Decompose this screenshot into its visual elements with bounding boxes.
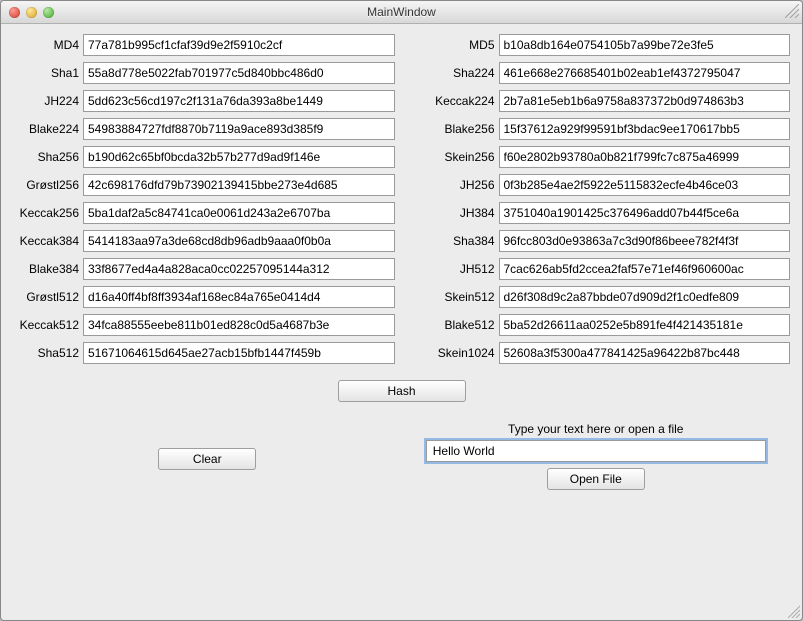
hash-output[interactable] bbox=[83, 146, 395, 168]
hash-row: Grøstl256 bbox=[13, 174, 395, 196]
hash-output[interactable] bbox=[499, 118, 791, 140]
hash-row: MD5 bbox=[409, 34, 791, 56]
hash-row: Blake256 bbox=[409, 118, 791, 140]
hash-label: JH384 bbox=[409, 206, 499, 220]
hash-row: MD4 bbox=[13, 34, 395, 56]
hash-row: Blake512 bbox=[409, 314, 791, 336]
hash-output[interactable] bbox=[499, 202, 791, 224]
hash-output[interactable] bbox=[499, 230, 791, 252]
hash-label: Sha256 bbox=[13, 150, 83, 164]
hash-output[interactable] bbox=[83, 314, 395, 336]
hash-output[interactable] bbox=[499, 342, 791, 364]
hash-columns: MD4 Sha1 JH224 Blake224 Sha256 bbox=[13, 34, 790, 370]
open-file-button[interactable]: Open File bbox=[547, 468, 645, 490]
hash-label: MD4 bbox=[13, 38, 83, 52]
hash-label: Blake256 bbox=[409, 122, 499, 136]
hash-label: Blake224 bbox=[13, 122, 83, 136]
hash-row: Skein512 bbox=[409, 286, 791, 308]
text-input[interactable] bbox=[426, 440, 766, 462]
title-bar: MainWindow bbox=[1, 1, 802, 24]
hash-row: Keccak224 bbox=[409, 90, 791, 112]
hash-label: Skein512 bbox=[409, 290, 499, 304]
main-window: MainWindow MD4 Sha1 JH224 bbox=[0, 0, 803, 621]
hash-button-bar: Hash bbox=[13, 380, 790, 402]
hash-output[interactable] bbox=[83, 286, 395, 308]
hash-output[interactable] bbox=[499, 314, 791, 336]
hash-label: Keccak384 bbox=[13, 234, 83, 248]
close-icon[interactable] bbox=[9, 7, 20, 18]
hash-row: Sha224 bbox=[409, 62, 791, 84]
hash-label: Sha512 bbox=[13, 346, 83, 360]
hash-label: Grøstl256 bbox=[13, 178, 83, 192]
hash-output[interactable] bbox=[499, 258, 791, 280]
hash-output[interactable] bbox=[499, 146, 791, 168]
hash-label: JH512 bbox=[409, 262, 499, 276]
hash-label: Keccak224 bbox=[409, 94, 499, 108]
hash-output[interactable] bbox=[83, 230, 395, 252]
hash-row: JH512 bbox=[409, 258, 791, 280]
hash-output[interactable] bbox=[499, 286, 791, 308]
hash-column-right: MD5 Sha224 Keccak224 Blake256 Skein256 bbox=[409, 34, 791, 370]
hash-row: JH256 bbox=[409, 174, 791, 196]
zoom-icon[interactable] bbox=[43, 7, 54, 18]
hash-output[interactable] bbox=[499, 62, 791, 84]
hash-label: Blake384 bbox=[13, 262, 83, 276]
hash-row: Grøstl512 bbox=[13, 286, 395, 308]
hash-output[interactable] bbox=[83, 34, 395, 56]
hash-label: Sha224 bbox=[409, 66, 499, 80]
hash-label: JH256 bbox=[409, 178, 499, 192]
hash-row: Sha512 bbox=[13, 342, 395, 364]
minimize-icon[interactable] bbox=[26, 7, 37, 18]
hash-label: Skein256 bbox=[409, 150, 499, 164]
hash-row: Sha256 bbox=[13, 146, 395, 168]
lower-panel: Clear Type your text here or open a file… bbox=[13, 422, 790, 490]
input-panel: Type your text here or open a file Open … bbox=[402, 422, 791, 490]
hash-output[interactable] bbox=[83, 258, 395, 280]
hash-label: Sha384 bbox=[409, 234, 499, 248]
clear-button[interactable]: Clear bbox=[158, 448, 256, 470]
hash-row: Blake384 bbox=[13, 258, 395, 280]
hash-label: Keccak512 bbox=[13, 318, 83, 332]
resize-grip-icon[interactable] bbox=[786, 604, 800, 618]
hash-label: JH224 bbox=[13, 94, 83, 108]
hash-output[interactable] bbox=[499, 174, 791, 196]
hash-row: Keccak384 bbox=[13, 230, 395, 252]
hash-output[interactable] bbox=[83, 118, 395, 140]
hash-row: Skein256 bbox=[409, 146, 791, 168]
hash-row: Skein1024 bbox=[409, 342, 791, 364]
hash-output[interactable] bbox=[83, 62, 395, 84]
hash-row: Keccak256 bbox=[13, 202, 395, 224]
clear-panel: Clear bbox=[13, 422, 402, 490]
hash-label: Keccak256 bbox=[13, 206, 83, 220]
hash-output[interactable] bbox=[499, 34, 791, 56]
hash-row: Keccak512 bbox=[13, 314, 395, 336]
hash-row: Sha1 bbox=[13, 62, 395, 84]
resize-handle-icon[interactable] bbox=[785, 4, 799, 18]
hash-row: JH224 bbox=[13, 90, 395, 112]
hash-row: Blake224 bbox=[13, 118, 395, 140]
content-area: MD4 Sha1 JH224 Blake224 Sha256 bbox=[1, 24, 802, 506]
hash-column-left: MD4 Sha1 JH224 Blake224 Sha256 bbox=[13, 34, 395, 370]
hash-output[interactable] bbox=[83, 342, 395, 364]
hash-label: Skein1024 bbox=[409, 346, 499, 360]
hash-output[interactable] bbox=[83, 90, 395, 112]
hash-output[interactable] bbox=[83, 174, 395, 196]
hash-row: JH384 bbox=[409, 202, 791, 224]
hash-button[interactable]: Hash bbox=[338, 380, 466, 402]
window-title: MainWindow bbox=[1, 5, 802, 19]
hash-output[interactable] bbox=[499, 90, 791, 112]
hash-label: Sha1 bbox=[13, 66, 83, 80]
input-hint: Type your text here or open a file bbox=[508, 422, 683, 436]
hash-label: MD5 bbox=[409, 38, 499, 52]
window-controls bbox=[1, 1, 54, 23]
hash-label: Grøstl512 bbox=[13, 290, 83, 304]
hash-row: Sha384 bbox=[409, 230, 791, 252]
hash-output[interactable] bbox=[83, 202, 395, 224]
hash-label: Blake512 bbox=[409, 318, 499, 332]
